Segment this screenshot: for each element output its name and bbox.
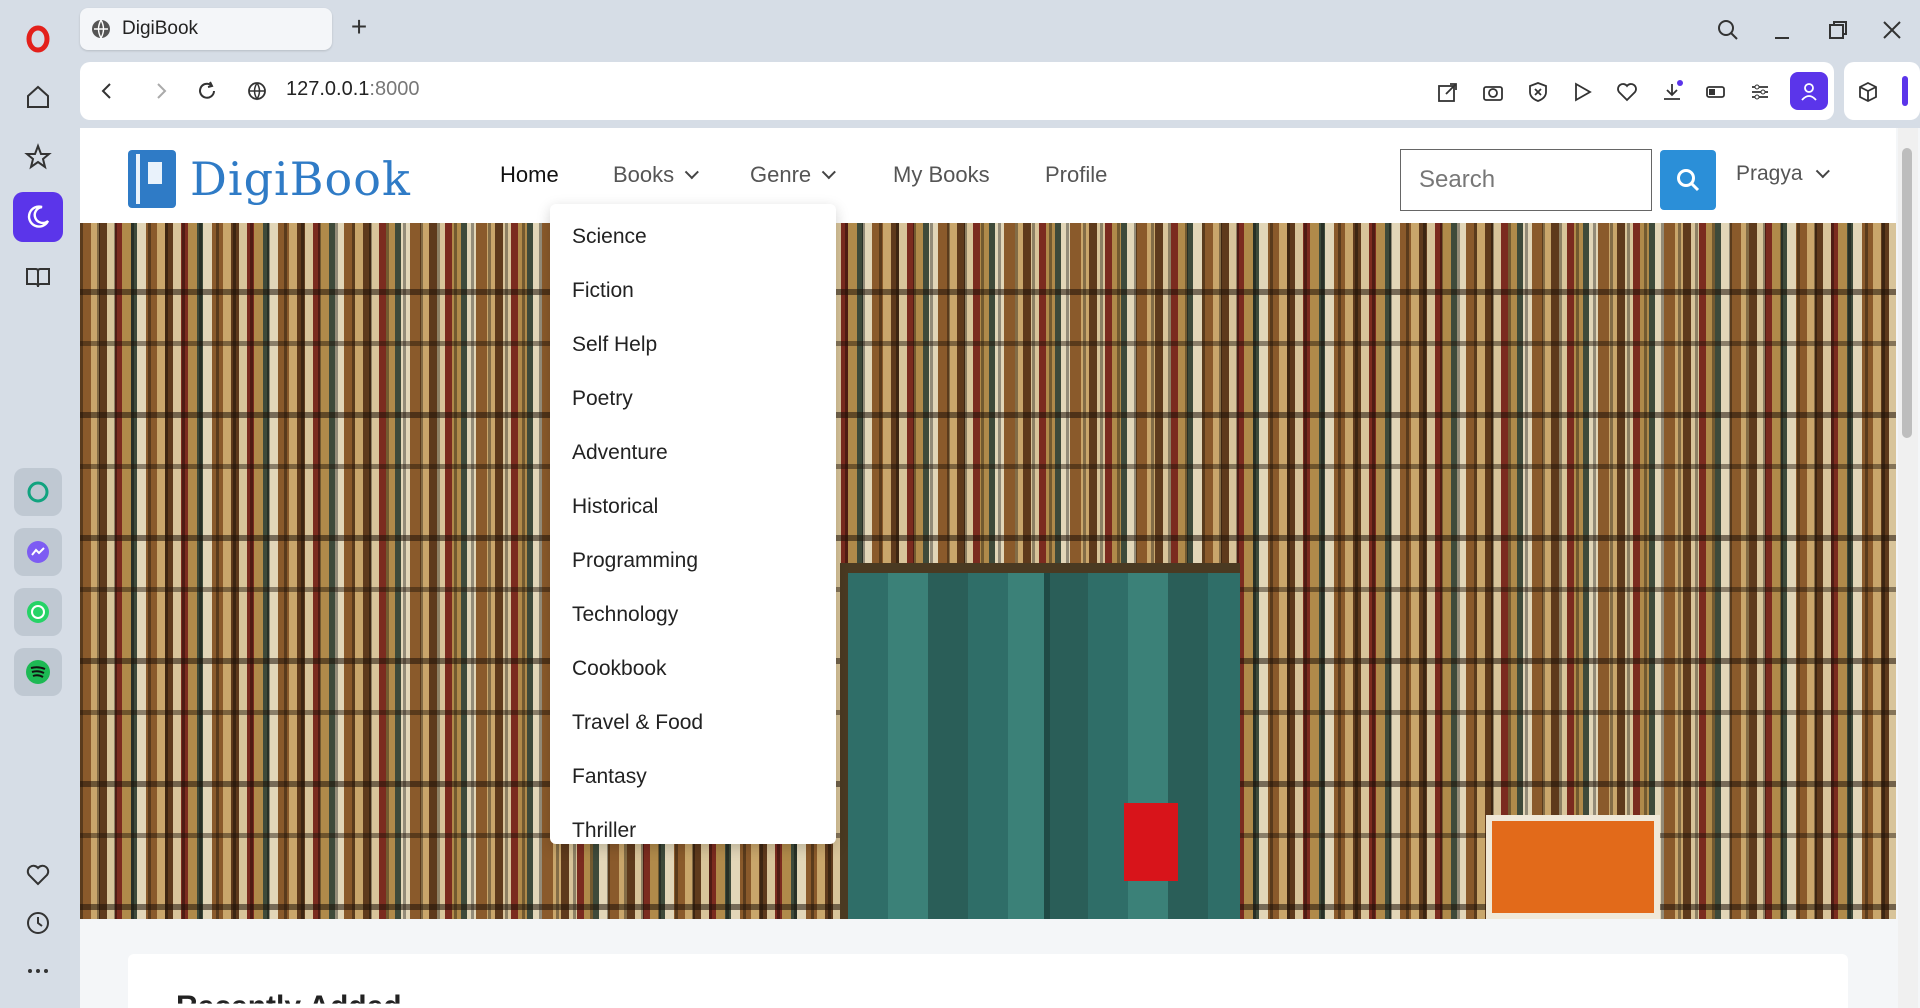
- reading-list-icon[interactable]: [13, 252, 63, 302]
- site-navbar: DigiBook Home Books Genre My Books Profi…: [80, 128, 1896, 223]
- messenger-icon[interactable]: [14, 528, 62, 576]
- chevron-down-icon: [821, 165, 837, 180]
- easy-setup-icon[interactable]: [1746, 78, 1774, 106]
- nav-books-label: Books: [613, 162, 675, 187]
- nav-my-books[interactable]: My Books: [893, 162, 990, 188]
- opera-logo-icon[interactable]: [13, 14, 63, 64]
- sidebar-toggle[interactable]: [1902, 76, 1908, 106]
- new-tab-button[interactable]: +: [344, 11, 374, 42]
- url-port: :8000: [369, 78, 420, 100]
- nav-books[interactable]: Books: [613, 162, 700, 188]
- genre-item[interactable]: Poetry: [550, 372, 836, 426]
- adblock-icon[interactable]: [1524, 78, 1552, 106]
- genre-item[interactable]: Thriller: [550, 804, 836, 858]
- site-logo[interactable]: DigiBook: [128, 150, 411, 208]
- site-info-icon[interactable]: [242, 76, 272, 106]
- nav-my-books-label: My Books: [893, 162, 990, 187]
- nav-genre[interactable]: Genre: [750, 162, 837, 188]
- search-icon: [1677, 169, 1700, 192]
- address-bar: 127.0.0.1:8000: [80, 62, 1834, 120]
- spotify-icon[interactable]: [14, 648, 62, 696]
- browser-search-icon[interactable]: [1710, 12, 1746, 48]
- genre-item[interactable]: Travel & Food: [550, 696, 836, 750]
- back-icon[interactable]: [92, 76, 122, 106]
- genre-item[interactable]: Cookbook: [550, 642, 836, 696]
- forward-icon[interactable]: [146, 76, 176, 106]
- globe-icon: [92, 19, 110, 40]
- search-placeholder: Search: [1419, 166, 1496, 193]
- speed-dial-icon[interactable]: [13, 132, 63, 182]
- close-window-icon[interactable]: [1874, 12, 1910, 48]
- chatgpt-icon[interactable]: [14, 468, 62, 516]
- search-input[interactable]: Search: [1400, 149, 1652, 211]
- profile-icon[interactable]: [1790, 72, 1828, 110]
- history-icon[interactable]: [13, 898, 63, 948]
- page-scrollbar[interactable]: [1898, 128, 1918, 1008]
- hero-door: [840, 563, 1240, 919]
- nav-home-label: Home: [500, 162, 559, 187]
- browser-tab[interactable]: DigiBook: [80, 8, 332, 50]
- user-name: Pragya: [1736, 162, 1803, 185]
- url-field[interactable]: 127.0.0.1:8000: [286, 78, 419, 101]
- home-icon[interactable]: [13, 72, 63, 122]
- bookmark-heart-icon[interactable]: [1613, 78, 1641, 106]
- genre-item[interactable]: Technology: [550, 588, 836, 642]
- battery-saver-icon[interactable]: [1702, 78, 1730, 106]
- page-viewport: DigiBook Home Books Genre My Books Profi…: [80, 128, 1920, 1008]
- chevron-down-icon: [1815, 164, 1830, 179]
- extensions-icon[interactable]: [1854, 78, 1882, 106]
- night-mode-icon[interactable]: [13, 192, 63, 242]
- share-icon[interactable]: [1434, 78, 1462, 106]
- reload-icon[interactable]: [192, 76, 222, 106]
- nav-profile[interactable]: Profile: [1045, 162, 1107, 188]
- genre-item[interactable]: Programming: [550, 534, 836, 588]
- restore-icon[interactable]: [1820, 12, 1856, 48]
- url-host: 127.0.0.1: [286, 78, 370, 100]
- book-logo-icon: [128, 150, 176, 208]
- scrollbar-thumb[interactable]: [1902, 148, 1912, 438]
- chevron-down-icon: [684, 165, 700, 180]
- genre-item[interactable]: Adventure: [550, 426, 836, 480]
- heart-icon[interactable]: [13, 850, 63, 900]
- genre-item[interactable]: Historical: [550, 480, 836, 534]
- minimize-icon[interactable]: [1764, 12, 1800, 48]
- nav-home[interactable]: Home: [500, 162, 559, 188]
- genre-item[interactable]: Fiction: [550, 264, 836, 318]
- hero-red-sign: [1124, 803, 1178, 881]
- flow-icon[interactable]: [1569, 78, 1597, 106]
- genre-item[interactable]: Science: [550, 210, 836, 264]
- nav-genre-label: Genre: [750, 162, 812, 187]
- extensions-area: [1844, 62, 1920, 120]
- hero-poster: [1486, 815, 1660, 919]
- snapshot-icon[interactable]: [1479, 78, 1507, 106]
- search-button[interactable]: [1660, 150, 1716, 210]
- downloads-icon[interactable]: [1658, 78, 1686, 106]
- genre-item[interactable]: Fantasy: [550, 750, 836, 804]
- logo-text: DigiBook: [190, 152, 411, 206]
- browser-sidebar: [0, 0, 76, 1008]
- whatsapp-icon[interactable]: [14, 588, 62, 636]
- more-icon[interactable]: [13, 946, 63, 996]
- genre-item[interactable]: Self Help: [550, 318, 836, 372]
- genre-dropdown: Science Fiction Self Help Poetry Adventu…: [550, 204, 836, 844]
- nav-profile-label: Profile: [1045, 162, 1108, 187]
- user-menu[interactable]: Pragya: [1736, 162, 1830, 186]
- hero-bookshelf-image: [80, 223, 1896, 919]
- tab-title: DigiBook: [122, 18, 199, 39]
